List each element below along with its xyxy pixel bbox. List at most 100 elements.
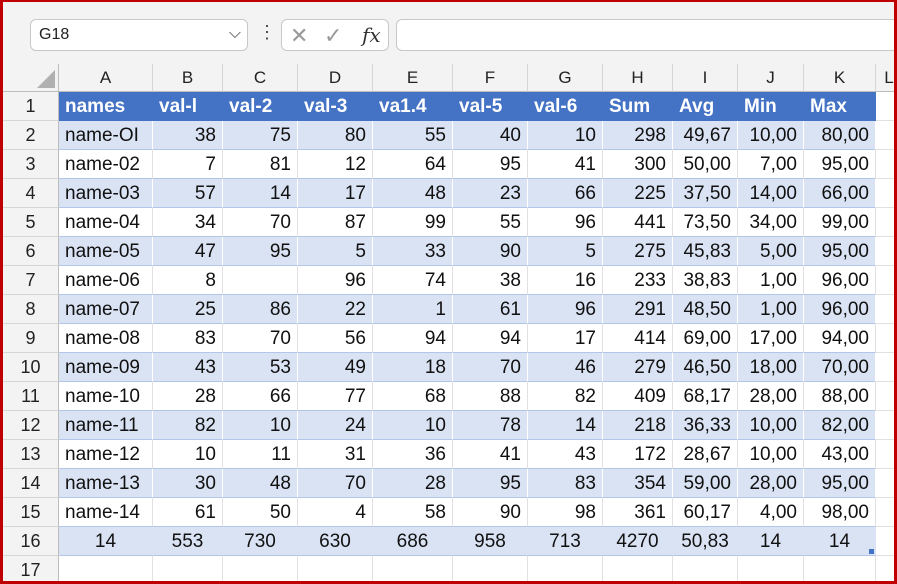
cell-e5[interactable]: 99 — [373, 208, 453, 237]
cell-a14[interactable]: name-13 — [59, 469, 153, 498]
cell-i16[interactable]: 50,83 — [673, 527, 738, 556]
cell-k12[interactable]: 82,00 — [804, 411, 876, 440]
cell-j4[interactable]: 14,00 — [738, 179, 804, 208]
cell-d15[interactable]: 4 — [298, 498, 373, 527]
cell-j13[interactable]: 10,00 — [738, 440, 804, 469]
cell-l13[interactable] — [876, 440, 894, 469]
cell-f11[interactable]: 88 — [453, 382, 528, 411]
cell-b1[interactable]: val-l — [153, 92, 223, 121]
cell-k4[interactable]: 66,00 — [804, 179, 876, 208]
cell-h6[interactable]: 275 — [603, 237, 673, 266]
cell-i14[interactable]: 59,00 — [673, 469, 738, 498]
cell-d16[interactable]: 630 — [298, 527, 373, 556]
cell-a1[interactable]: names — [59, 92, 153, 121]
cell-l15[interactable] — [876, 498, 894, 527]
cell-a15[interactable]: name-14 — [59, 498, 153, 527]
cell-c12[interactable]: 10 — [223, 411, 298, 440]
cell-f4[interactable]: 23 — [453, 179, 528, 208]
cell-e16[interactable]: 686 — [373, 527, 453, 556]
cell-a13[interactable]: name-12 — [59, 440, 153, 469]
cell-l7[interactable] — [876, 266, 894, 295]
cell-d3[interactable]: 12 — [298, 150, 373, 179]
cell-i13[interactable]: 28,67 — [673, 440, 738, 469]
cell-k11[interactable]: 88,00 — [804, 382, 876, 411]
cell-b4[interactable]: 57 — [153, 179, 223, 208]
cell-i3[interactable]: 50,00 — [673, 150, 738, 179]
cell-e12[interactable]: 10 — [373, 411, 453, 440]
cell-c9[interactable]: 70 — [223, 324, 298, 353]
cell-d5[interactable]: 87 — [298, 208, 373, 237]
cell-j15[interactable]: 4,00 — [738, 498, 804, 527]
cell-a10[interactable]: name-09 — [59, 353, 153, 382]
cell-k2[interactable]: 80,00 — [804, 121, 876, 150]
cell-g6[interactable]: 5 — [528, 237, 603, 266]
cell-l3[interactable] — [876, 150, 894, 179]
cell-b11[interactable]: 28 — [153, 382, 223, 411]
cell-d7[interactable]: 96 — [298, 266, 373, 295]
cell-c6[interactable]: 95 — [223, 237, 298, 266]
cell-c11[interactable]: 66 — [223, 382, 298, 411]
cell-g3[interactable]: 41 — [528, 150, 603, 179]
cell-l12[interactable] — [876, 411, 894, 440]
cell-h14[interactable]: 354 — [603, 469, 673, 498]
column-header-h[interactable]: H — [603, 64, 673, 92]
cell-i7[interactable]: 38,83 — [673, 266, 738, 295]
cell-k13[interactable]: 43,00 — [804, 440, 876, 469]
row-header-2[interactable]: 2 — [3, 121, 59, 150]
cell-c10[interactable]: 53 — [223, 353, 298, 382]
cell-g7[interactable]: 16 — [528, 266, 603, 295]
row-header-4[interactable]: 4 — [3, 179, 59, 208]
cell-h12[interactable]: 218 — [603, 411, 673, 440]
cell-c5[interactable]: 70 — [223, 208, 298, 237]
cell-f1[interactable]: val-5 — [453, 92, 528, 121]
row-header-10[interactable]: 10 — [3, 353, 59, 382]
cell-d6[interactable]: 5 — [298, 237, 373, 266]
cell-i2[interactable]: 49,67 — [673, 121, 738, 150]
cell-h16[interactable]: 4270 — [603, 527, 673, 556]
cell-a3[interactable]: name-02 — [59, 150, 153, 179]
cell-k5[interactable]: 99,00 — [804, 208, 876, 237]
cell-h10[interactable]: 279 — [603, 353, 673, 382]
cell-j7[interactable]: 1,00 — [738, 266, 804, 295]
cell-g5[interactable]: 96 — [528, 208, 603, 237]
row-header-6[interactable]: 6 — [3, 237, 59, 266]
cell-h4[interactable]: 225 — [603, 179, 673, 208]
cell-d8[interactable]: 22 — [298, 295, 373, 324]
cell-d1[interactable]: val-3 — [298, 92, 373, 121]
row-header-1[interactable]: 1 — [3, 92, 59, 121]
cell-d12[interactable]: 24 — [298, 411, 373, 440]
column-header-g[interactable]: G — [528, 64, 603, 92]
cell-b2[interactable]: 38 — [153, 121, 223, 150]
cell-a2[interactable]: name-OI — [59, 121, 153, 150]
column-header-c[interactable]: C — [223, 64, 298, 92]
cell-h2[interactable]: 298 — [603, 121, 673, 150]
cell-a16[interactable]: 14 — [59, 527, 153, 556]
cell-g17[interactable] — [528, 556, 603, 581]
row-header-3[interactable]: 3 — [3, 150, 59, 179]
cell-f6[interactable]: 90 — [453, 237, 528, 266]
cell-b3[interactable]: 7 — [153, 150, 223, 179]
cell-i12[interactable]: 36,33 — [673, 411, 738, 440]
cell-b16[interactable]: 553 — [153, 527, 223, 556]
column-header-a[interactable]: A — [59, 64, 153, 92]
cell-f13[interactable]: 41 — [453, 440, 528, 469]
chevron-down-icon[interactable]: ⌵ — [229, 25, 241, 43]
cell-f12[interactable]: 78 — [453, 411, 528, 440]
cell-b14[interactable]: 30 — [153, 469, 223, 498]
cell-a6[interactable]: name-05 — [59, 237, 153, 266]
cell-f16[interactable]: 958 — [453, 527, 528, 556]
cell-g4[interactable]: 66 — [528, 179, 603, 208]
cell-c3[interactable]: 81 — [223, 150, 298, 179]
cell-e17[interactable] — [373, 556, 453, 581]
cell-e7[interactable]: 74 — [373, 266, 453, 295]
cell-i15[interactable]: 60,17 — [673, 498, 738, 527]
cell-j6[interactable]: 5,00 — [738, 237, 804, 266]
cell-d9[interactable]: 56 — [298, 324, 373, 353]
cell-g15[interactable]: 98 — [528, 498, 603, 527]
formula-input[interactable] — [396, 19, 894, 51]
cell-b7[interactable]: 8 — [153, 266, 223, 295]
cell-e9[interactable]: 94 — [373, 324, 453, 353]
column-header-b[interactable]: B — [153, 64, 223, 92]
row-header-7[interactable]: 7 — [3, 266, 59, 295]
cell-c15[interactable]: 50 — [223, 498, 298, 527]
